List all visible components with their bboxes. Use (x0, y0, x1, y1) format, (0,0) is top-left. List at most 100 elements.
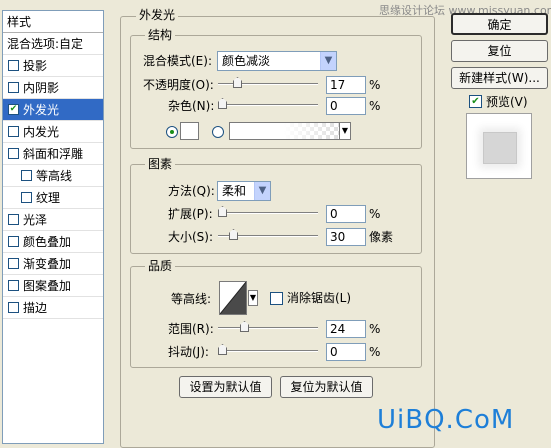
method-select[interactable]: 柔和 ▼ (217, 181, 271, 201)
style-list-item-label: 投影 (23, 59, 48, 73)
blend-mode-select[interactable]: 颜色减淡 ▼ (217, 51, 337, 71)
spread-slider[interactable] (218, 206, 318, 218)
opacity-slider-thumb[interactable] (233, 77, 242, 88)
solid-color-radio[interactable] (166, 126, 178, 138)
noise-slider[interactable] (218, 98, 318, 110)
style-list-item-label: 光泽 (23, 213, 48, 227)
style-list-item[interactable]: 斜面和浮雕 (3, 143, 103, 165)
style-list-item-label: 外发光 (23, 103, 60, 117)
chevron-down-icon: ▼ (249, 293, 257, 302)
new-style-button[interactable]: 新建样式(W)... (451, 67, 548, 89)
chevron-down-icon[interactable]: ▼ (339, 123, 350, 139)
style-list-checkbox[interactable] (8, 258, 19, 269)
size-input[interactable]: 30 (326, 228, 366, 246)
opacity-unit: % (369, 78, 381, 92)
contour-label: 等高线: (171, 292, 212, 306)
spread-slider-thumb[interactable] (218, 206, 227, 217)
method-value: 柔和 (222, 184, 247, 198)
style-list-item[interactable]: 内阴影 (3, 77, 103, 99)
style-list-item-label: 斜面和浮雕 (23, 147, 84, 161)
style-list-item[interactable]: 等高线 (3, 165, 103, 187)
range-unit: % (369, 322, 381, 336)
contour-picker[interactable] (219, 281, 247, 315)
style-preview-thumbnail (466, 113, 532, 179)
style-list-header[interactable]: 样式 (3, 11, 103, 33)
style-list-checkbox[interactable] (8, 60, 19, 71)
style-list-item[interactable]: 内发光 (3, 121, 103, 143)
elements-title: 图素 (145, 157, 176, 171)
style-list-checkbox[interactable] (8, 148, 19, 159)
style-list-item[interactable]: 颜色叠加 (3, 231, 103, 253)
size-label: 大小(S): (168, 230, 214, 244)
antialias-label[interactable]: 消除锯齿(L) (287, 290, 351, 306)
style-list-item-label: 颜色叠加 (23, 235, 72, 249)
range-slider-thumb[interactable] (240, 321, 249, 332)
glow-color-swatch[interactable] (180, 122, 199, 140)
style-list-checkbox[interactable] (8, 280, 19, 291)
style-list-checkbox[interactable] (8, 236, 19, 247)
preview-checkbox[interactable]: ✔ (469, 95, 482, 108)
style-list-item-label: 内阴影 (23, 81, 60, 95)
style-list-checkbox[interactable] (8, 302, 19, 313)
style-list-item[interactable]: 光泽 (3, 209, 103, 231)
structure-title: 结构 (145, 28, 176, 42)
opacity-label: 不透明度(O): (143, 78, 214, 92)
reset-button[interactable]: 复位 (451, 40, 548, 62)
style-list-checkbox[interactable] (21, 192, 32, 203)
style-list: 样式 混合选项:自定投影内阴影 ✔ 外发光内发光斜面和浮雕等高线纹理光泽颜色叠加渐变… (2, 10, 104, 444)
style-list-item-label: 等高线 (36, 169, 73, 183)
spread-unit: % (369, 207, 381, 221)
glow-gradient-swatch[interactable]: ▼ (229, 122, 351, 140)
reset-default-button[interactable]: 复位为默认值 (280, 376, 373, 398)
opacity-input[interactable]: 17 (326, 76, 366, 94)
jitter-slider[interactable] (218, 344, 318, 356)
noise-slider-thumb[interactable] (218, 98, 227, 109)
blend-mode-label: 混合模式(E): (143, 54, 212, 68)
preview-label[interactable]: 预览(V) (486, 94, 528, 110)
style-list-item-label: 纹理 (36, 191, 61, 205)
style-list-item-label: 图案叠加 (23, 279, 72, 293)
style-list-checkbox[interactable] (8, 82, 19, 93)
ok-button[interactable]: 确定 (451, 13, 548, 35)
spread-label: 扩展(P): (168, 207, 213, 221)
make-default-button[interactable]: 设置为默认值 (179, 376, 272, 398)
method-label: 方法(Q): (168, 184, 215, 198)
range-input[interactable]: 24 (326, 320, 366, 338)
noise-input[interactable]: 0 (326, 97, 366, 115)
gradient-radio[interactable] (212, 126, 224, 138)
style-list-item[interactable]: 纹理 (3, 187, 103, 209)
contour-linear-icon (220, 282, 246, 314)
style-list-item[interactable]: 投影 (3, 55, 103, 77)
chevron-down-icon: ▼ (254, 182, 270, 200)
range-slider[interactable] (218, 321, 318, 333)
style-list-item[interactable]: 描边 (3, 297, 103, 319)
chevron-down-icon: ▼ (320, 52, 336, 70)
jitter-input[interactable]: 0 (326, 343, 366, 361)
noise-label: 杂色(N): (168, 99, 215, 113)
contour-dropdown[interactable]: ▼ (248, 290, 258, 306)
size-unit: 像素 (369, 230, 394, 244)
opacity-slider[interactable] (218, 77, 318, 89)
style-list-item[interactable]: ✔ 外发光 (3, 99, 103, 121)
spread-input[interactable]: 0 (326, 205, 366, 223)
size-slider[interactable] (218, 229, 318, 241)
style-list-item-label: 混合选项:自定 (7, 37, 84, 51)
antialias-checkbox[interactable] (270, 292, 283, 305)
quality-title: 品质 (145, 259, 176, 273)
jitter-slider-thumb[interactable] (218, 344, 227, 355)
style-list-item-label: 渐变叠加 (23, 257, 72, 271)
blend-mode-value: 颜色减淡 (222, 54, 271, 68)
style-list-item-label: 描边 (23, 301, 48, 315)
style-list-item[interactable]: 混合选项:自定 (3, 33, 103, 55)
range-label: 范围(R): (168, 322, 214, 336)
style-list-checkbox[interactable]: ✔ (8, 104, 19, 115)
outer-glow-title: 外发光 (136, 8, 179, 22)
size-slider-thumb[interactable] (229, 229, 238, 240)
style-list-checkbox[interactable] (8, 126, 19, 137)
style-list-item[interactable]: 渐变叠加 (3, 253, 103, 275)
jitter-label: 抖动(J): (168, 345, 209, 359)
style-list-item-label: 内发光 (23, 125, 60, 139)
style-list-item[interactable]: 图案叠加 (3, 275, 103, 297)
style-list-checkbox[interactable] (21, 170, 32, 181)
style-list-checkbox[interactable] (8, 214, 19, 225)
